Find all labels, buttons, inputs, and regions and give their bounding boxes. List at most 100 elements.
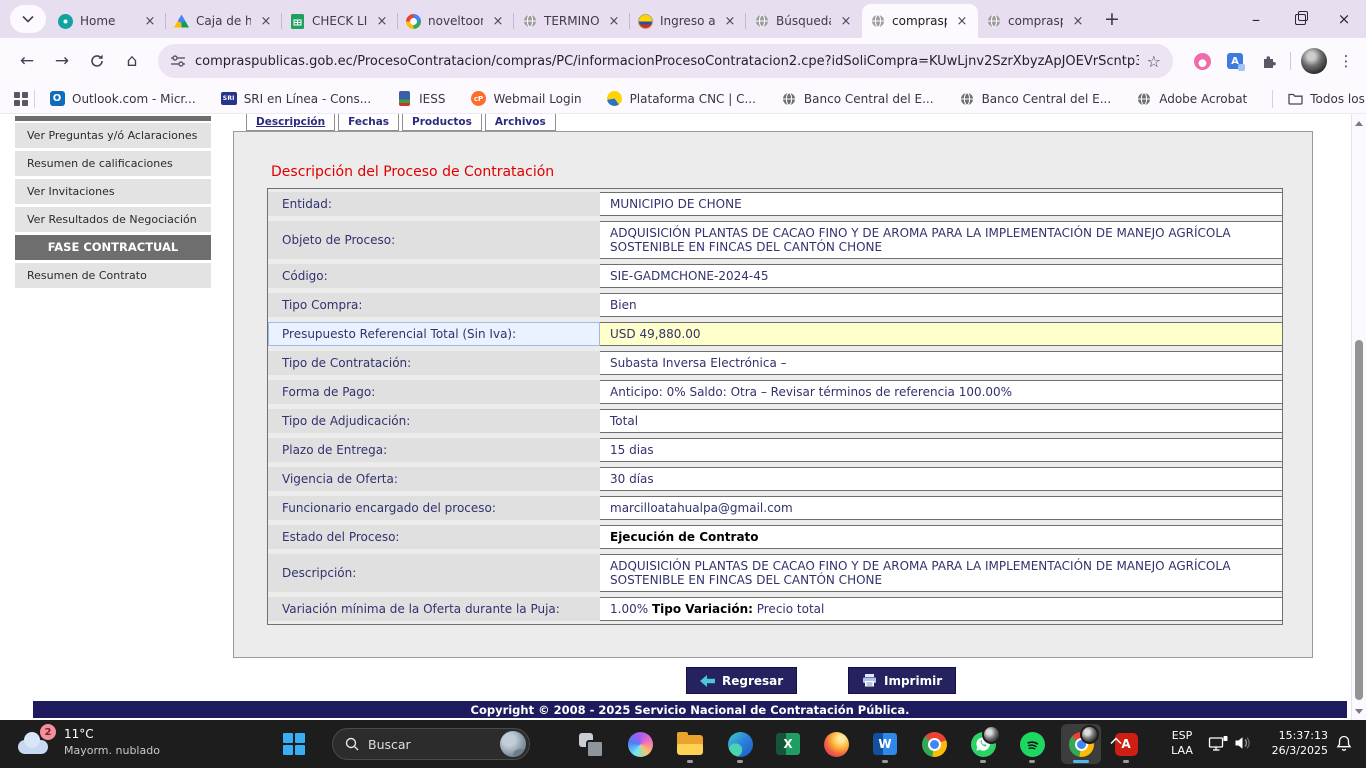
tab-label: comprasp: [892, 14, 947, 28]
keyboard-language[interactable]: ESP LAA: [1164, 728, 1200, 758]
browser-tab-compraspublicas-active[interactable]: comprasp ×: [862, 4, 978, 38]
network-status[interactable]: [1208, 735, 1228, 752]
screen: Home × Caja de he × CHECK LIS × noveltoo…: [0, 0, 1366, 768]
field-label: Plazo de Entrega:: [268, 438, 600, 462]
notifications-button[interactable]: [1336, 735, 1352, 752]
tab-close-icon[interactable]: ×: [838, 13, 854, 29]
taskbar-app-chrome-active[interactable]: [1061, 724, 1101, 764]
weather-widget[interactable]: 2 11°C Mayorm. nublado: [16, 724, 186, 764]
imprimir-button[interactable]: Imprimir: [848, 667, 956, 694]
taskbar-app-firefox[interactable]: [816, 724, 856, 764]
bookmark-sri[interactable]: SRI SRI en Línea - Cons...: [221, 91, 371, 107]
clock[interactable]: 15:37:13 26/3/2025: [1258, 728, 1328, 758]
bookmark-webmail[interactable]: cP Webmail Login: [471, 91, 582, 107]
scroll-down-arrow[interactable]: [1352, 704, 1366, 718]
volume-status[interactable]: [1234, 736, 1252, 750]
window-minimize-button[interactable]: –: [1234, 0, 1278, 38]
tab-close-icon[interactable]: ×: [490, 13, 506, 29]
tab-close-icon[interactable]: ×: [606, 13, 622, 29]
tab-close-icon[interactable]: ×: [142, 13, 158, 29]
forward-button[interactable]: →: [49, 47, 75, 75]
bookmark-iess[interactable]: IESS: [396, 91, 445, 107]
start-button[interactable]: [283, 733, 305, 755]
tab-label: Caja de he: [196, 14, 251, 28]
scroll-up-arrow[interactable]: [1352, 116, 1366, 130]
tab-archivos[interactable]: Archivos: [485, 114, 556, 131]
translate-icon[interactable]: A: [1223, 49, 1247, 73]
cnc-icon: [607, 91, 623, 107]
active-window-indicator: [1073, 760, 1089, 763]
excel-icon: X: [776, 733, 800, 755]
taskbar-search-input[interactable]: Buscar: [332, 728, 530, 760]
window-restore-button[interactable]: [1278, 0, 1322, 38]
home-button[interactable]: ⌂: [119, 47, 145, 75]
tab-close-icon[interactable]: ×: [954, 13, 970, 29]
regresar-button[interactable]: Regresar: [686, 667, 797, 694]
taskbar-app-word[interactable]: W: [865, 724, 905, 764]
new-tab-button[interactable]: +: [1098, 5, 1126, 33]
window-close-button[interactable]: ×: [1322, 0, 1366, 38]
bookmark-label: Adobe Acrobat: [1159, 92, 1247, 106]
tab-close-icon[interactable]: ×: [374, 13, 390, 29]
browser-menu-button[interactable]: ⋮: [1336, 52, 1356, 70]
page-title: Descripción del Proceso de Contratación: [271, 164, 554, 180]
address-bar[interactable]: compraspublicas.gob.ec/ProcesoContrataci…: [158, 44, 1173, 78]
tab-productos[interactable]: Productos: [402, 114, 482, 131]
sidebar-item-negociacion[interactable]: Ver Resultados de Negociación: [15, 207, 211, 232]
taskbar-app-file-explorer[interactable]: [670, 724, 710, 764]
bookmark-banco-central-1[interactable]: Banco Central del E...: [781, 91, 934, 107]
button-label: Imprimir: [884, 674, 942, 688]
tray-expand-button[interactable]: [1110, 737, 1122, 745]
browser-tab-home[interactable]: Home ×: [50, 4, 166, 38]
browser-tab-sheets[interactable]: CHECK LIS ×: [282, 4, 398, 38]
back-button[interactable]: ←: [14, 47, 40, 75]
vertical-scrollbar[interactable]: [1351, 114, 1366, 720]
reload-button[interactable]: [84, 47, 110, 75]
sidebar-item-invitaciones[interactable]: Ver Invitaciones: [15, 179, 211, 204]
tab-label: Home: [80, 14, 135, 28]
sidebar-item-calificaciones[interactable]: Resumen de calificaciones: [15, 151, 211, 176]
browser-tab-noveltoon[interactable]: noveltoon ×: [398, 4, 514, 38]
bookmark-banco-central-2[interactable]: Banco Central del E...: [959, 91, 1112, 107]
tab-label: Ingreso al: [660, 14, 715, 28]
tab-close-icon[interactable]: ×: [722, 13, 738, 29]
tab-fechas[interactable]: Fechas: [338, 114, 399, 131]
bookmarks-divider: [1272, 90, 1273, 108]
extension-icon-pink[interactable]: [1190, 49, 1214, 73]
bookmarks-divider: [34, 90, 35, 108]
taskbar-app-spotify[interactable]: [1012, 724, 1052, 764]
browser-tab-ingreso[interactable]: Ingreso al ×: [630, 4, 746, 38]
taskbar-app-excel[interactable]: X: [768, 724, 808, 764]
tab-close-icon[interactable]: ×: [258, 13, 274, 29]
task-view-button[interactable]: [578, 732, 602, 756]
tab-close-icon[interactable]: ×: [1070, 13, 1086, 29]
search-highlight-image[interactable]: [500, 731, 526, 757]
taskbar-app-whatsapp[interactable]: [963, 724, 1003, 764]
apps-grid-icon[interactable]: [14, 92, 28, 106]
bookmark-star-icon[interactable]: ☆: [1147, 52, 1161, 71]
scrollbar-thumb[interactable]: [1355, 340, 1363, 700]
bookmark-outlook[interactable]: O Outlook.com - Micr...: [49, 91, 196, 107]
browser-tab-termino[interactable]: TERMINO ×: [514, 4, 630, 38]
sidebar-item-preguntas[interactable]: Ver Preguntas y/ó Aclaraciones: [15, 123, 211, 148]
tab-search-button[interactable]: [10, 5, 46, 33]
extensions-puzzle-icon[interactable]: [1256, 49, 1280, 73]
tab-label: noveltoon: [428, 14, 483, 28]
taskbar-app-edge[interactable]: [720, 724, 760, 764]
url-text[interactable]: compraspublicas.gob.ec/ProcesoContrataci…: [195, 54, 1139, 69]
browser-tab-drive[interactable]: Caja de he ×: [166, 4, 282, 38]
bookmark-cnc[interactable]: Plataforma CNC | C...: [607, 91, 756, 107]
profile-avatar[interactable]: [1301, 48, 1327, 74]
tab-descripcion[interactable]: Descripción: [246, 114, 335, 131]
field-label: Forma de Pago:: [268, 380, 600, 404]
taskbar-app-chrome[interactable]: [914, 724, 954, 764]
restore-icon: [1295, 14, 1306, 25]
all-bookmarks-button[interactable]: Todos los marcadores: [1287, 91, 1366, 107]
bookmark-label: Banco Central del E...: [804, 92, 934, 106]
browser-tab-compraspublicas-2[interactable]: comprasp ×: [978, 4, 1094, 38]
bookmark-adobe[interactable]: Adobe Acrobat: [1136, 91, 1247, 107]
taskbar-app-copilot[interactable]: [620, 724, 660, 764]
bookmark-label: Webmail Login: [494, 92, 582, 106]
sidebar-item-resumen-contrato[interactable]: Resumen de Contrato: [15, 263, 211, 288]
browser-tab-busqueda[interactable]: Búsqueda ×: [746, 4, 862, 38]
